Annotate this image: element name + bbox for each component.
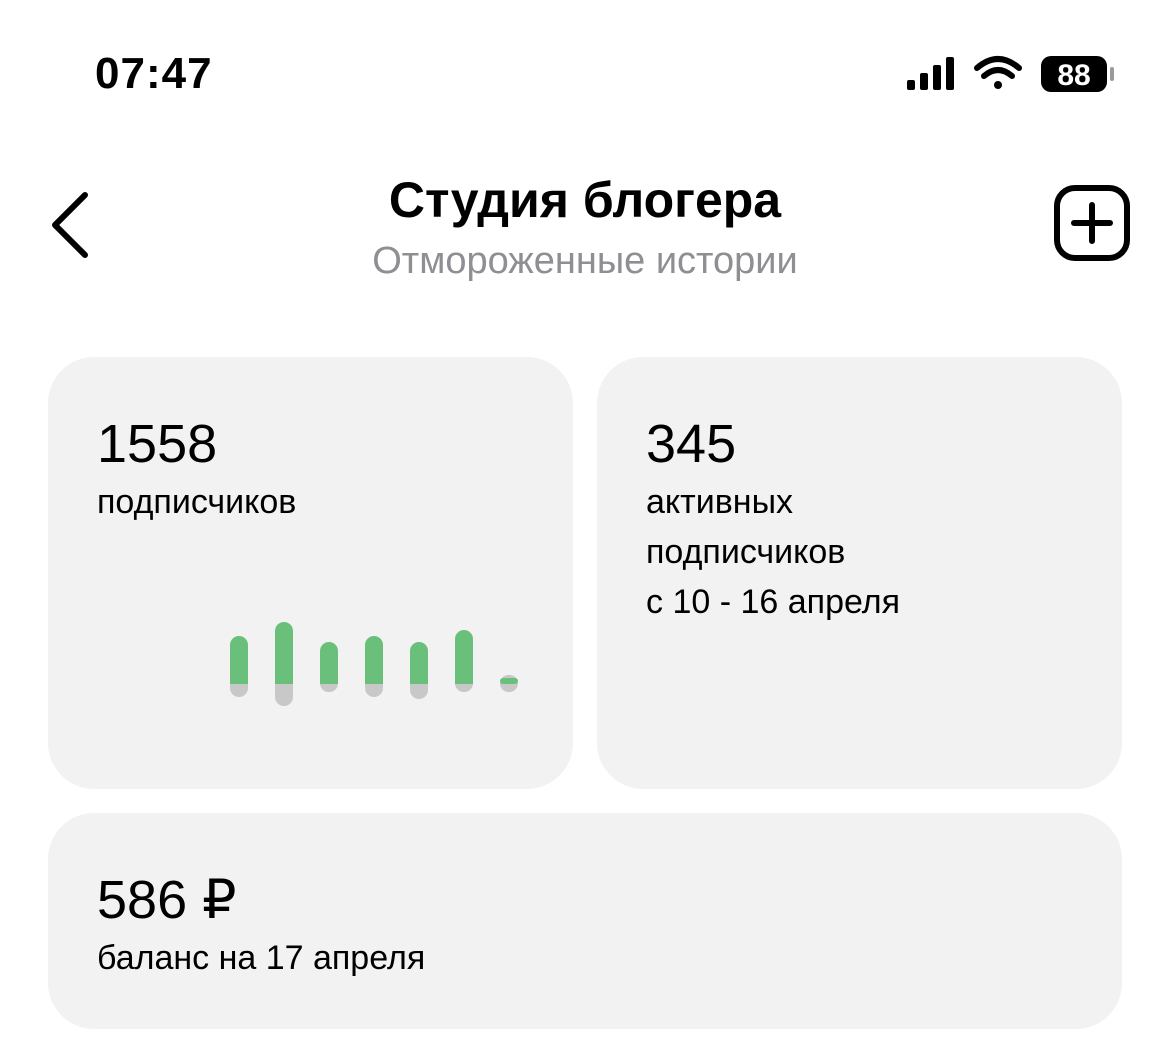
balance-caption: баланс на 17 апреля: [97, 939, 426, 977]
active-caption-line2: подписчиков: [646, 533, 846, 571]
subscribers-mini-chart: [230, 622, 518, 706]
balance-card[interactable]: 586 ₽ баланс на 17 апреля: [48, 813, 1122, 1029]
plus-square-icon: [1054, 185, 1130, 261]
wifi-icon: [974, 56, 1022, 89]
status-bar: 07:47 88: [0, 0, 1170, 140]
page-subtitle: Отмороженные истории: [372, 240, 798, 282]
subscribers-count: 1558: [97, 414, 218, 474]
status-icons: 88: [907, 56, 1114, 92]
chart-bar-positive: [275, 622, 293, 684]
active-caption-line1: активных: [646, 483, 794, 521]
status-time: 07:47: [95, 49, 213, 98]
chart-bar-base: [230, 675, 248, 684]
add-button[interactable]: [1052, 183, 1132, 263]
signal-icon: [907, 57, 954, 90]
chart-bar-base: [320, 675, 338, 684]
chart-bar-base: [455, 675, 473, 684]
chevron-left-icon: [52, 192, 88, 258]
nav-bar: Студия блогера Отмороженные истории: [0, 150, 1170, 300]
active-subscribers-card[interactable]: 345 активных подписчиков с 10 - 16 апрел…: [597, 357, 1122, 789]
chart-bar-base: [410, 675, 428, 684]
chart-bar-base: [365, 675, 383, 684]
battery-level: 88: [1057, 59, 1090, 92]
back-button[interactable]: [40, 185, 100, 265]
balance-amount: 586 ₽: [97, 870, 237, 930]
page-title: Студия блогера: [388, 172, 782, 228]
chart-bar-positive: [500, 678, 518, 684]
active-subscribers-count: 345: [646, 414, 737, 474]
subscribers-caption: подписчиков: [97, 483, 297, 521]
active-subscribers-caption: активных подписчиков с 10 - 16 апреля: [646, 477, 1066, 627]
battery-icon: 88: [1041, 56, 1114, 92]
title-block: Студия блогера Отмороженные истории: [235, 170, 935, 286]
subscribers-card[interactable]: 1558 подписчиков: [48, 357, 573, 789]
chart-bar-base: [275, 675, 293, 684]
active-caption-line3: с 10 - 16 апреля: [646, 583, 901, 621]
